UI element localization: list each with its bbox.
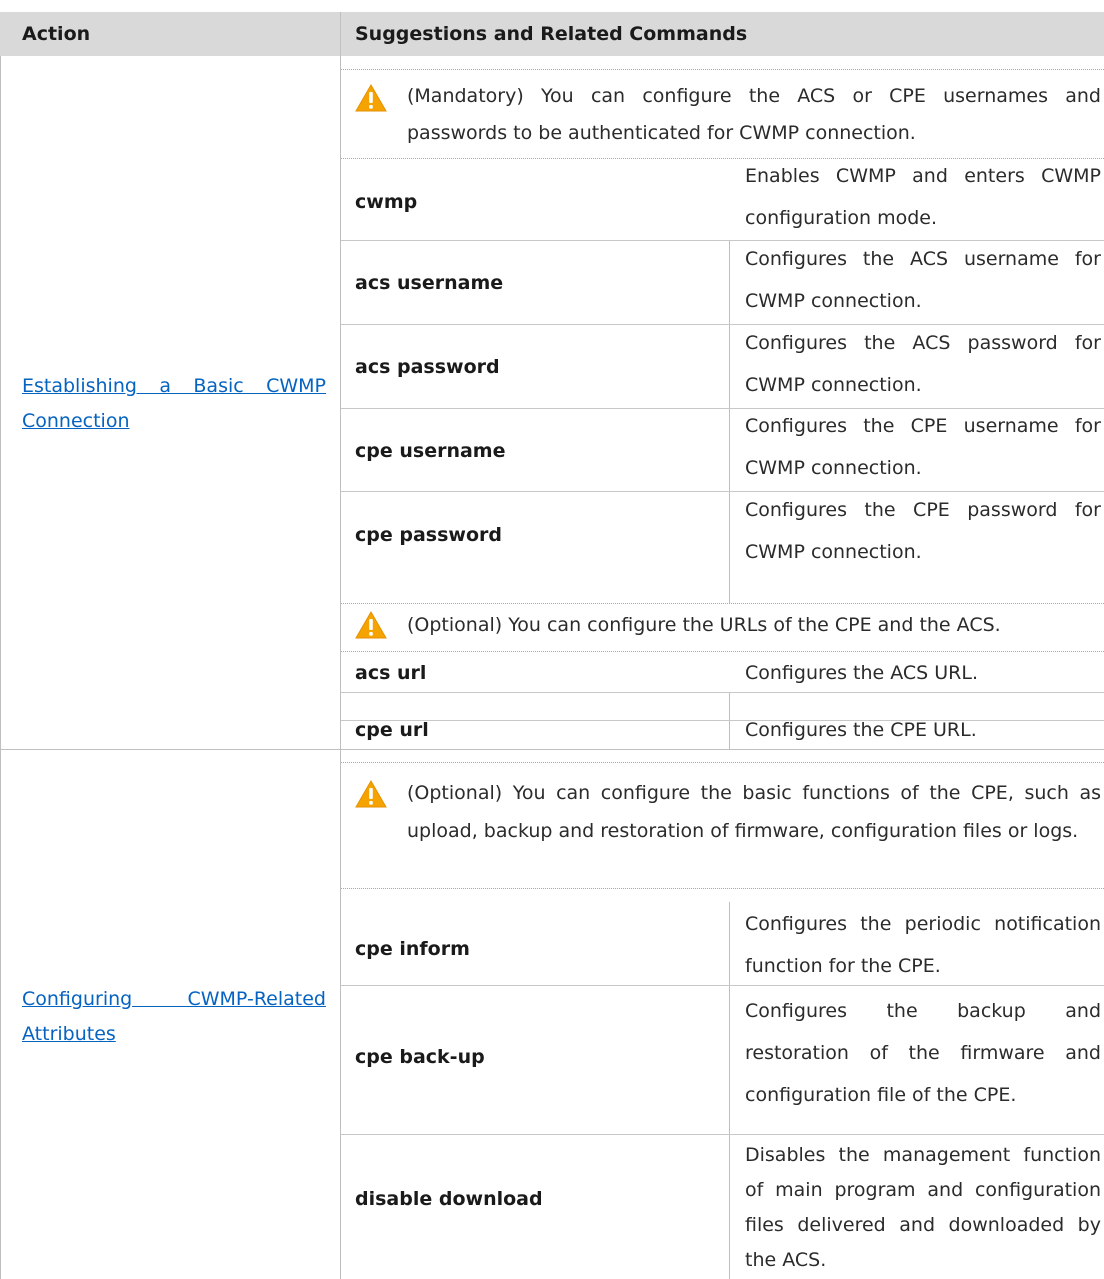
note-top-border bbox=[341, 603, 1104, 604]
description-acs-url: Configures the ACS URL. bbox=[745, 662, 979, 684]
description-cpe-password: Configures the CPE password for CWMP con… bbox=[745, 499, 1101, 563]
description-acs-password: Configures the ACS password for CWMP con… bbox=[745, 332, 1101, 396]
warning-triangle-icon bbox=[355, 611, 387, 639]
command-cpe-back-up: cpe back-up bbox=[355, 1046, 485, 1068]
row-border bbox=[341, 692, 1104, 693]
command-cpe-password: cpe password bbox=[355, 524, 502, 546]
header-action: Action bbox=[22, 23, 91, 45]
note-text: (Optional) You can configure the URLs of… bbox=[407, 614, 1001, 636]
note-top-border bbox=[341, 69, 1104, 70]
note-text: (Mandatory) You can configure the ACS or… bbox=[407, 85, 1101, 144]
note-optional-basic-functions: (Optional) You can configure the basic f… bbox=[355, 774, 1101, 889]
table-header: Action Suggestions and Related Commands bbox=[0, 12, 1104, 56]
description-disable-download: Disables the management function of main… bbox=[745, 1144, 1101, 1271]
command-cpe-url: cpe url bbox=[355, 719, 429, 741]
section-separator bbox=[0, 749, 1104, 750]
warning-triangle-icon bbox=[355, 84, 387, 112]
header-suggestions: Suggestions and Related Commands bbox=[355, 23, 748, 45]
command-disable-download: disable download bbox=[355, 1188, 543, 1210]
column-divider bbox=[340, 12, 341, 1279]
description-cpe-username: Configures the CPE username for CWMP con… bbox=[745, 415, 1101, 479]
command-acs-url: acs url bbox=[355, 662, 427, 684]
table-left-border bbox=[0, 56, 1, 1279]
command-cwmp: cwmp bbox=[355, 191, 418, 213]
note-bottom-border bbox=[341, 888, 1104, 889]
note-top-border bbox=[341, 762, 1104, 763]
warning-triangle-icon bbox=[355, 780, 387, 808]
description-cpe-inform: Configures the periodic notification fun… bbox=[745, 913, 1101, 977]
description-cpe-url: Configures the CPE URL. bbox=[745, 719, 977, 741]
description-acs-username: Configures the ACS username for CWMP con… bbox=[745, 248, 1101, 312]
command-table: Action Suggestions and Related Commands … bbox=[0, 0, 1104, 1279]
subcolumn-divider bbox=[729, 902, 730, 1279]
subcolumn-divider bbox=[729, 240, 730, 603]
action-link-establishing-basic-cwmp-connection[interactable]: Establishing a Basic CWMP Connection bbox=[22, 369, 326, 439]
command-acs-username: acs username bbox=[355, 272, 504, 294]
note-bottom-border bbox=[341, 651, 1104, 652]
command-cpe-username: cpe username bbox=[355, 440, 506, 462]
note-optional-urls: (Optional) You can configure the URLs of… bbox=[355, 605, 1100, 655]
note-text: (Optional) You can configure the basic f… bbox=[407, 782, 1101, 842]
command-acs-password: acs password bbox=[355, 356, 500, 378]
action-link-configuring-cwmp-related-attributes[interactable]: Configuring CWMP-Related Attributes bbox=[22, 982, 326, 1052]
description-cwmp: Enables CWMP and enters CWMP configurati… bbox=[745, 165, 1101, 229]
row-border bbox=[341, 1134, 1104, 1135]
description-cpe-back-up: Configures the backup and restoration of… bbox=[745, 1000, 1101, 1106]
command-cpe-inform: cpe inform bbox=[355, 938, 470, 960]
